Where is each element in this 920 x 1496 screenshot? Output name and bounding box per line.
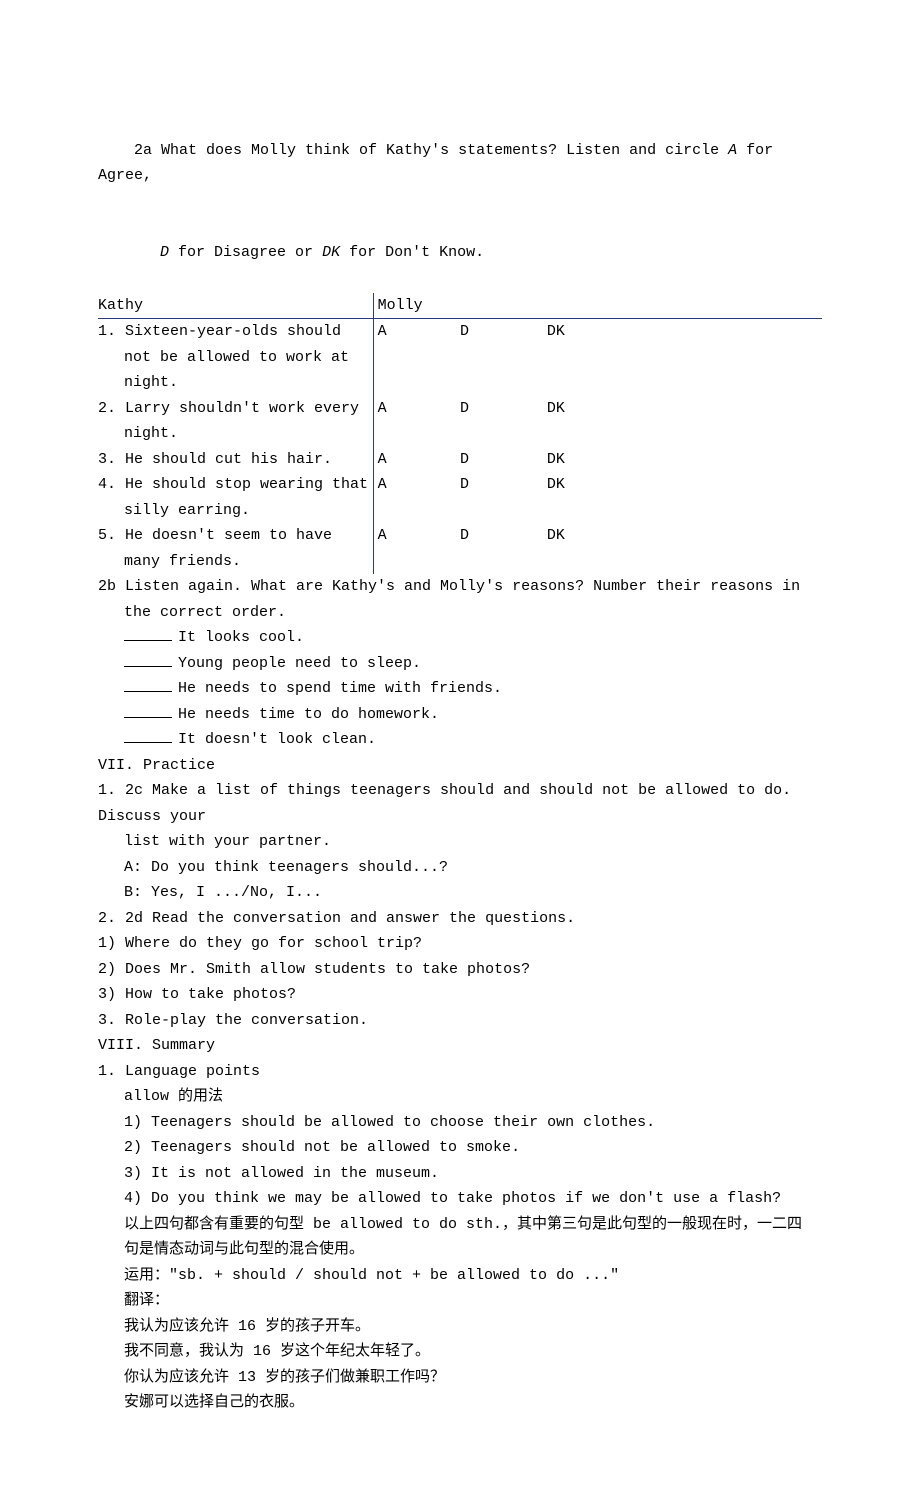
kathy-statement: 3. He should cut his hair. — [98, 447, 373, 473]
example-3: 3) It is not allowed in the museum. — [98, 1161, 822, 1187]
fill-blank[interactable] — [124, 666, 172, 667]
listening-table: Kathy Molly 1. Sixteen-year-olds should … — [98, 293, 822, 575]
text: He needs to spend time with friends. — [178, 680, 502, 697]
kathy-statement: 4. He should stop wearing that silly ear… — [98, 472, 373, 523]
example-2: 2) Teenagers should not be allowed to sm… — [98, 1135, 822, 1161]
kathy-statement: 5. He doesn't seem to have many friends. — [98, 523, 373, 574]
text: Young people need to sleep. — [178, 655, 421, 672]
col-header-blank — [460, 293, 547, 319]
choice-DK: DK — [547, 396, 822, 447]
choice-D: D — [460, 523, 547, 574]
note-line1: 以上四句都含有重要的句型 be allowed to do sth.，其中第三句… — [98, 1212, 822, 1238]
question-3: 3) How to take photos? — [98, 982, 822, 1008]
section-2a-intro-line1: 2a What does Molly think of Kathy's stat… — [98, 112, 822, 214]
allow-heading: allow 的用法 — [98, 1084, 822, 1110]
fill-blank[interactable] — [124, 717, 172, 718]
choice-D: D — [460, 447, 547, 473]
practice-1-line2: list with your partner. — [98, 829, 822, 855]
text: for Don't Know. — [340, 244, 484, 261]
blank-item: Young people need to sleep. — [98, 651, 822, 677]
blank-item: He needs to spend time with friends. — [98, 676, 822, 702]
fill-blank[interactable] — [124, 691, 172, 692]
practice-3: 3. Role-play the conversation. — [98, 1008, 822, 1034]
dialog-a: A: Do you think teenagers should...? — [98, 855, 822, 881]
translate-4: 安娜可以选择自己的衣服。 — [98, 1390, 822, 1416]
letter-DK: DK — [322, 244, 340, 261]
section-2b-intro-line2: the correct order. — [98, 600, 822, 626]
language-points-heading: 1. Language points — [98, 1059, 822, 1085]
example-4: 4) Do you think we may be allowed to tak… — [98, 1186, 822, 1212]
choice-D: D — [460, 472, 547, 523]
table-header-row: Kathy Molly — [98, 293, 822, 319]
col-header-kathy: Kathy — [98, 293, 373, 319]
question-2: 2) Does Mr. Smith allow students to take… — [98, 957, 822, 983]
practice-2: 2. 2d Read the conversation and answer t… — [98, 906, 822, 932]
dialog-b: B: Yes, I .../No, I... — [98, 880, 822, 906]
translate-3: 你认为应该允许 13 岁的孩子们做兼职工作吗？ — [98, 1365, 822, 1391]
fill-blank[interactable] — [124, 742, 172, 743]
document-page: 2a What does Molly think of Kathy's stat… — [0, 0, 920, 1496]
letter-A: A — [728, 142, 737, 159]
text: It looks cool. — [178, 629, 304, 646]
text: for Disagree or — [169, 244, 322, 261]
blank-item: It doesn't look clean. — [98, 727, 822, 753]
section-2a-intro-line2: D for Disagree or DK for Don't Know. — [98, 214, 822, 291]
fill-blank[interactable] — [124, 640, 172, 641]
choice-A: A — [373, 523, 460, 574]
choice-A: A — [373, 396, 460, 447]
choice-DK: DK — [547, 319, 822, 396]
col-header-molly: Molly — [373, 293, 460, 319]
table-row: 5. He doesn't seem to have many friends.… — [98, 523, 822, 574]
note-line2: 句是情态动词与此句型的混合使用。 — [98, 1237, 822, 1263]
choice-D: D — [460, 319, 547, 396]
table-row: 2. Larry shouldn't work every night. A D… — [98, 396, 822, 447]
section-2b-intro-line1: 2b Listen again. What are Kathy's and Mo… — [98, 574, 822, 600]
text: 2a What does Molly think of Kathy's stat… — [134, 142, 728, 159]
choice-DK: DK — [547, 447, 822, 473]
table-row: 4. He should stop wearing that silly ear… — [98, 472, 822, 523]
letter-D: D — [160, 244, 169, 261]
choice-DK: DK — [547, 523, 822, 574]
choice-A: A — [373, 319, 460, 396]
summary-heading: VIII. Summary — [98, 1033, 822, 1059]
table-row: 1. Sixteen-year-olds should not be allow… — [98, 319, 822, 396]
text: It doesn't look clean. — [178, 731, 376, 748]
translate-heading: 翻译： — [98, 1288, 822, 1314]
kathy-statement: 2. Larry shouldn't work every night. — [98, 396, 373, 447]
question-1: 1) Where do they go for school trip? — [98, 931, 822, 957]
blank-item: He needs time to do homework. — [98, 702, 822, 728]
practice-heading: VII. Practice — [98, 753, 822, 779]
choice-DK: DK — [547, 472, 822, 523]
blank-item: It looks cool. — [98, 625, 822, 651]
text: He needs time to do homework. — [178, 706, 439, 723]
choice-A: A — [373, 472, 460, 523]
translate-2: 我不同意，我认为 16 岁这个年纪太年轻了。 — [98, 1339, 822, 1365]
choice-D: D — [460, 396, 547, 447]
table-row: 3. He should cut his hair. A D DK — [98, 447, 822, 473]
usage-line: 运用："sb. + should / should not + be allow… — [98, 1263, 822, 1289]
example-1: 1) Teenagers should be allowed to choose… — [98, 1110, 822, 1136]
translate-1: 我认为应该允许 16 岁的孩子开车。 — [98, 1314, 822, 1340]
kathy-statement: 1. Sixteen-year-olds should not be allow… — [98, 319, 373, 396]
practice-1-line1: 1. 2c Make a list of things teenagers sh… — [98, 778, 822, 829]
col-header-blank — [547, 293, 822, 319]
choice-A: A — [373, 447, 460, 473]
